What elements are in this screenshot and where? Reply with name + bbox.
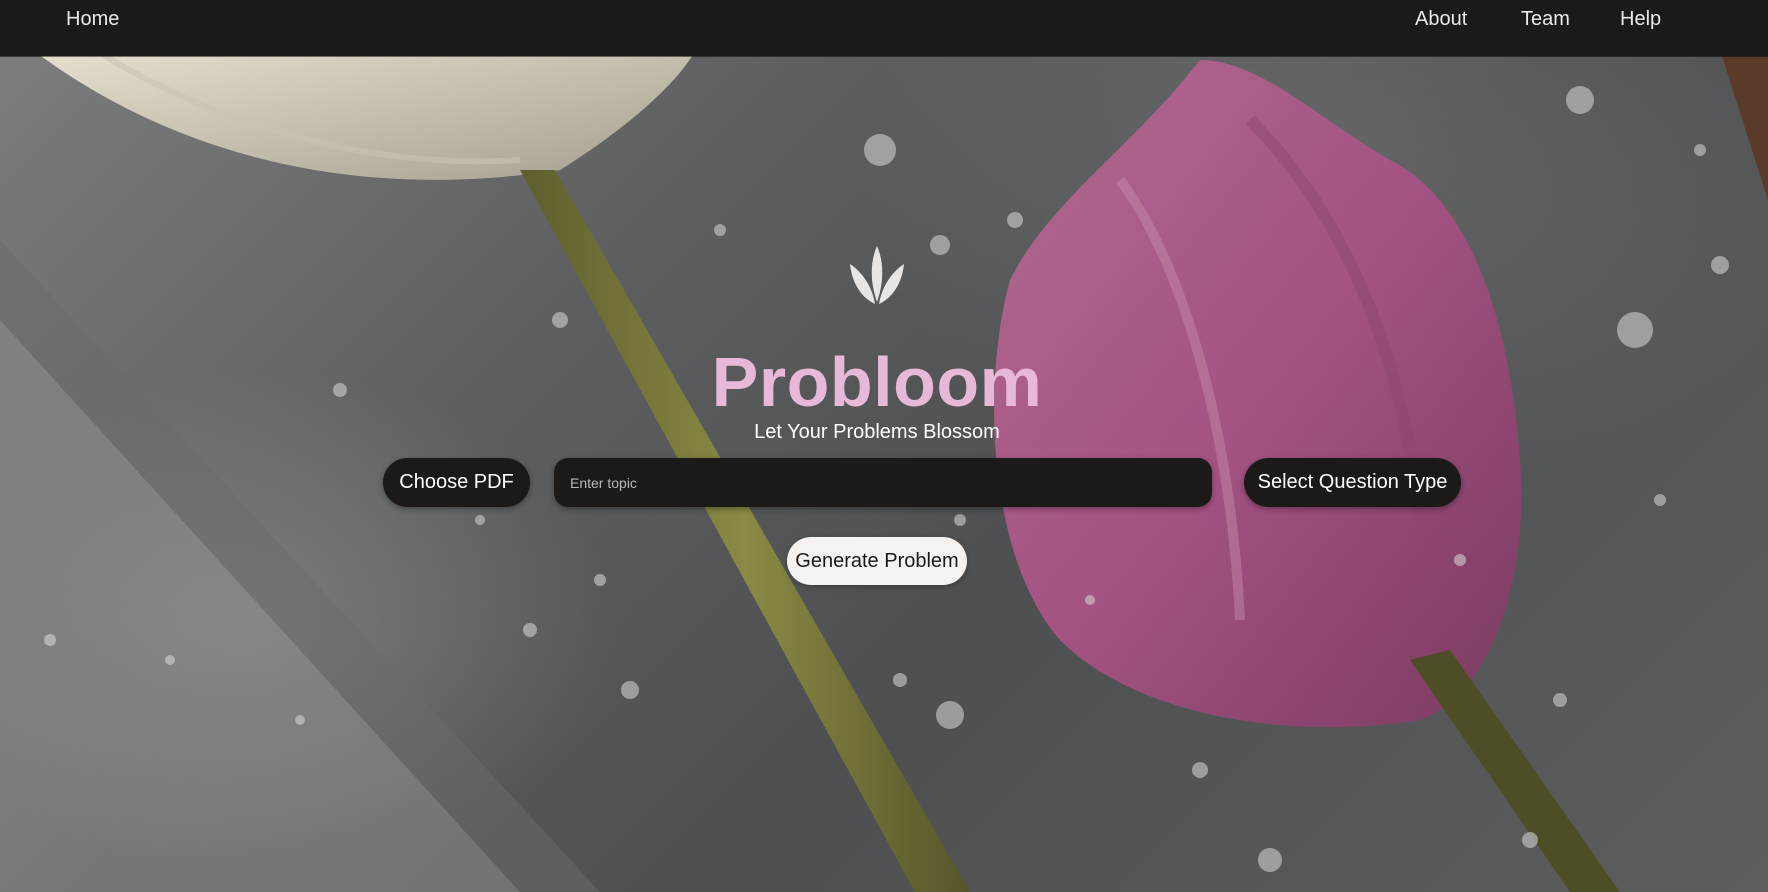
- nav-about-link[interactable]: About: [1415, 8, 1467, 31]
- flower-bud-icon: [850, 246, 904, 304]
- top-navbar: Home About Team Help: [0, 0, 1768, 56]
- tulips-background-art: [0, 37, 1768, 892]
- app-subtitle: Let Your Problems Blossom: [754, 421, 1000, 443]
- nav-help-link[interactable]: Help: [1620, 8, 1661, 31]
- select-question-type-button[interactable]: Select Question Type: [1244, 458, 1461, 507]
- nav-home-link[interactable]: Home: [66, 8, 119, 31]
- topic-input[interactable]: [554, 458, 1212, 507]
- choose-pdf-button[interactable]: Choose PDF: [383, 458, 530, 507]
- generate-problem-button[interactable]: Generate Problem: [787, 537, 967, 585]
- app-title: Probloom: [711, 343, 1043, 421]
- app-page: Home About Team Help Probloom Let Your P…: [0, 0, 1768, 892]
- background-image: [0, 0, 1768, 892]
- nav-team-link[interactable]: Team: [1521, 8, 1570, 31]
